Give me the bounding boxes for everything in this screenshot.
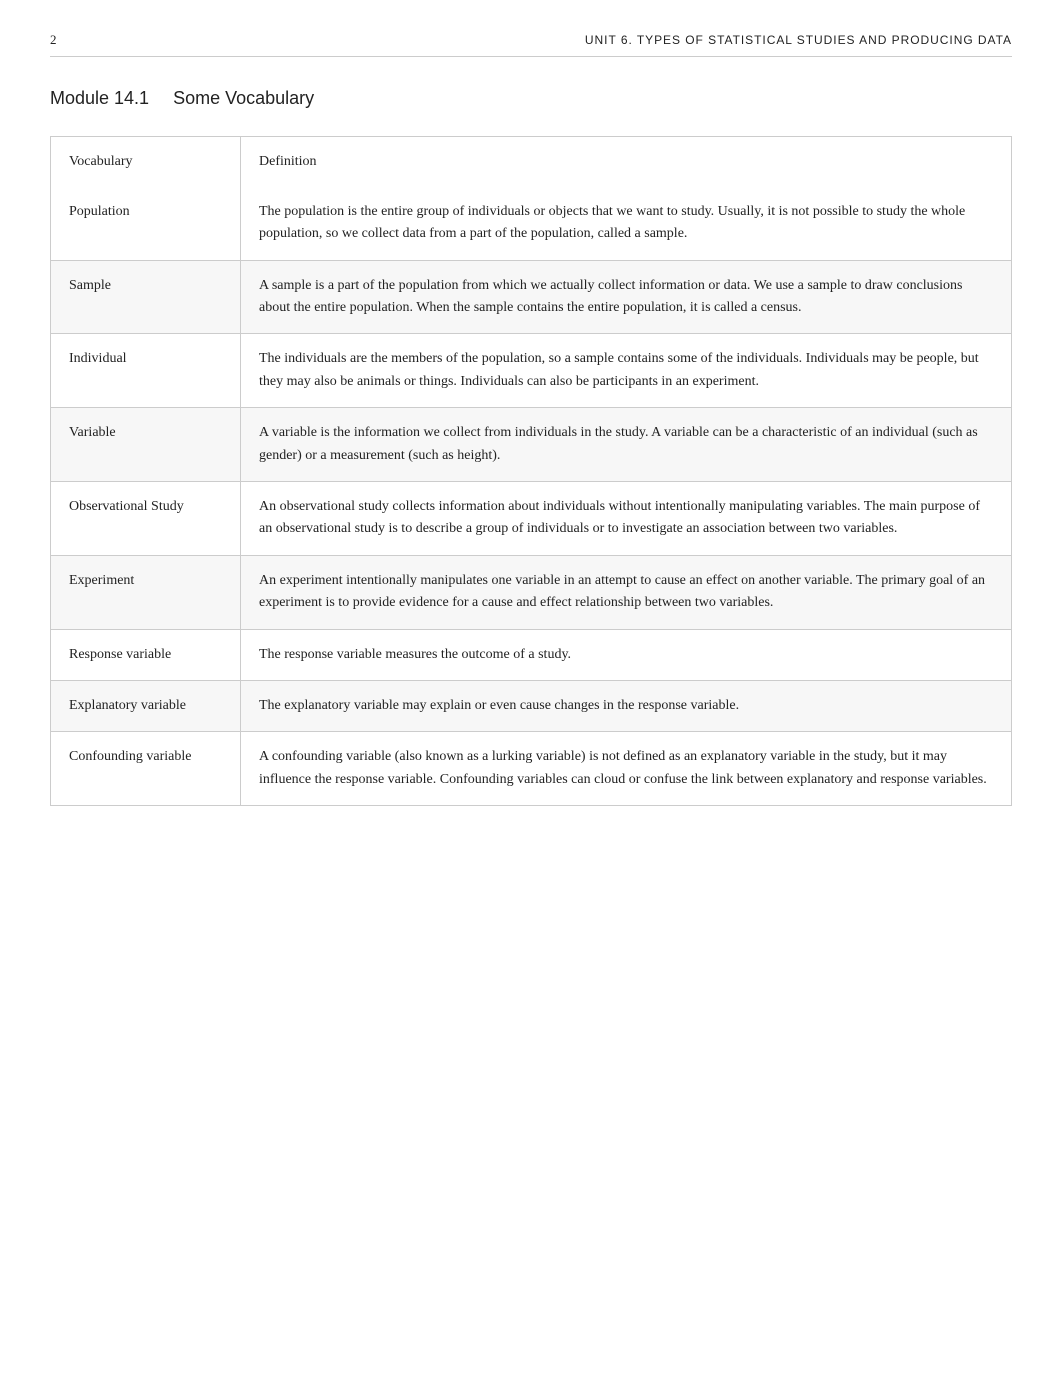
definition-cell: The individuals are the members of the p… — [241, 334, 1012, 408]
vocabulary-table: Vocabulary Definition PopulationThe popu… — [50, 136, 1012, 807]
definition-cell: The response variable measures the outco… — [241, 629, 1012, 680]
table-row: SampleA sample is a part of the populati… — [51, 260, 1012, 334]
table-row: Explanatory variableThe explanatory vari… — [51, 680, 1012, 731]
table-header-row: Vocabulary Definition — [51, 136, 1012, 187]
table-row: Confounding variableA confounding variab… — [51, 732, 1012, 806]
table-row: IndividualThe individuals are the member… — [51, 334, 1012, 408]
definition-cell: An observational study collects informat… — [241, 482, 1012, 556]
term-cell: Confounding variable — [51, 732, 241, 806]
module-name: Some Vocabulary — [173, 85, 314, 112]
page-number: 2 — [50, 30, 57, 50]
table-row: Response variableThe response variable m… — [51, 629, 1012, 680]
term-cell: Variable — [51, 408, 241, 482]
term-cell: Experiment — [51, 555, 241, 629]
module-number: Module 14.1 — [50, 85, 149, 112]
table-row: PopulationThe population is the entire g… — [51, 187, 1012, 260]
module-heading: Module 14.1 Some Vocabulary — [50, 85, 1012, 112]
col-header-definition: Definition — [241, 136, 1012, 187]
term-cell: Population — [51, 187, 241, 260]
col-header-vocabulary: Vocabulary — [51, 136, 241, 187]
term-cell: Explanatory variable — [51, 680, 241, 731]
page-header: 2 UNIT 6. TYPES OF STATISTICAL STUDIES A… — [50, 30, 1012, 57]
table-row: VariableA variable is the information we… — [51, 408, 1012, 482]
definition-cell: The explanatory variable may explain or … — [241, 680, 1012, 731]
term-cell: Observational Study — [51, 482, 241, 556]
definition-cell: An experiment intentionally manipulates … — [241, 555, 1012, 629]
definition-cell: The population is the entire group of in… — [241, 187, 1012, 260]
table-row: Observational StudyAn observational stud… — [51, 482, 1012, 556]
definition-cell: A confounding variable (also known as a … — [241, 732, 1012, 806]
term-cell: Response variable — [51, 629, 241, 680]
table-row: ExperimentAn experiment intentionally ma… — [51, 555, 1012, 629]
definition-cell: A variable is the information we collect… — [241, 408, 1012, 482]
term-cell: Individual — [51, 334, 241, 408]
term-cell: Sample — [51, 260, 241, 334]
definition-cell: A sample is a part of the population fro… — [241, 260, 1012, 334]
page-title-header: UNIT 6. TYPES OF STATISTICAL STUDIES AND… — [585, 31, 1012, 49]
